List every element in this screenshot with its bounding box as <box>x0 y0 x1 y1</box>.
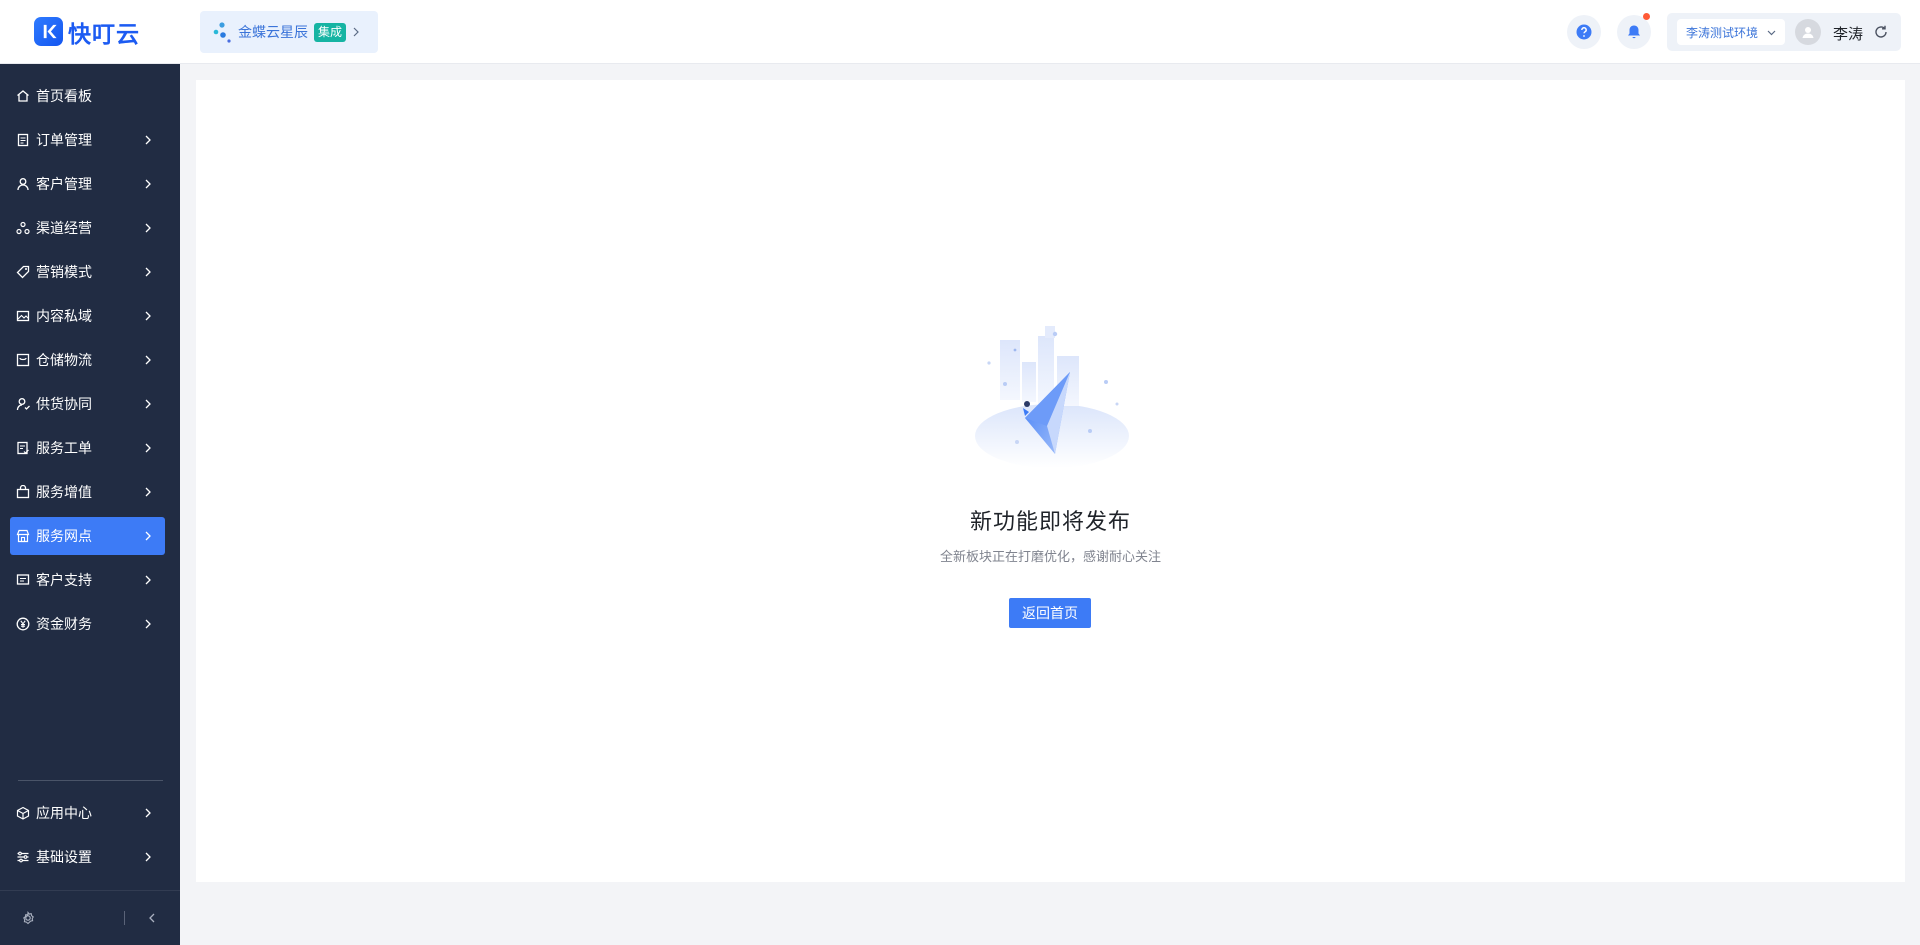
chevron-right-icon <box>145 311 151 321</box>
store-icon <box>16 529 30 543</box>
chevron-down-icon <box>1767 30 1776 36</box>
chevron-right-icon <box>145 443 151 453</box>
help-icon <box>1576 24 1592 40</box>
user-avatar-icon <box>1802 27 1814 38</box>
sidebar-item-service-points[interactable]: 服务网点 <box>10 517 165 555</box>
chevron-right-icon <box>145 575 151 585</box>
clipboard-icon <box>16 133 30 147</box>
sidebar-item-label: 基础设置 <box>36 850 92 866</box>
empty-state-title: 新功能即将发布 <box>969 510 1131 535</box>
user-panel: 李涛测试环境 李涛 <box>1667 13 1901 51</box>
chevron-right-icon <box>145 531 151 541</box>
integration-name: 金蝶云星辰 <box>238 25 308 41</box>
chevron-right-icon <box>145 179 151 189</box>
integration-switcher[interactable]: 金蝶云星辰 集成 <box>200 11 378 53</box>
sidebar-item-label: 应用中心 <box>36 806 92 822</box>
logo[interactable]: 快叮云 <box>0 0 180 64</box>
top-header: 金蝶云星辰 集成 李涛测试环境 李涛 <box>180 0 1920 64</box>
avatar[interactable] <box>1795 19 1821 45</box>
chevron-right-icon <box>145 852 151 862</box>
chevron-right-icon <box>145 619 151 629</box>
chevron-right-icon <box>145 808 151 818</box>
refresh-icon[interactable] <box>1873 24 1889 40</box>
tag-icon <box>16 265 30 279</box>
sidebar-item-settings[interactable]: 基础设置 <box>10 838 165 876</box>
sidebar-item-customers[interactable]: 客户管理 <box>10 165 165 203</box>
logo-text: 快叮云 <box>68 21 140 48</box>
supplier-icon <box>16 397 30 411</box>
settings-icon[interactable] <box>20 910 36 926</box>
sidebar-item-label: 订单管理 <box>36 133 92 149</box>
bell-icon <box>1628 25 1640 39</box>
empty-state-subtitle: 全新板块正在打磨优化，感谢耐心关注 <box>939 550 1161 565</box>
environment-label: 李涛测试环境 <box>1686 25 1759 40</box>
sidebar-bottom-nav: 应用中心 基础设置 <box>10 794 165 882</box>
sidebar-item-warehouse[interactable]: 仓储物流 <box>10 341 165 379</box>
sidebar-item-dashboard[interactable]: 首页看板 <box>10 77 165 115</box>
help-button[interactable] <box>1567 15 1601 49</box>
yen-icon <box>16 617 30 631</box>
environment-select[interactable]: 李涛测试环境 <box>1677 19 1785 45</box>
chevron-right-icon <box>145 355 151 365</box>
image-icon <box>16 309 30 323</box>
user-icon <box>16 177 30 191</box>
chevron-right-icon <box>145 487 151 497</box>
username[interactable]: 李涛 <box>1833 23 1863 44</box>
chevron-right-icon <box>145 399 151 409</box>
integration-badge: 集成 <box>314 22 347 42</box>
sidebar-item-label: 客户支持 <box>36 573 92 589</box>
channel-icon <box>16 221 30 235</box>
chevron-right-icon <box>145 223 151 233</box>
chevron-right-icon <box>145 135 151 145</box>
kingdee-logo-icon <box>212 20 232 44</box>
sidebar-item-label: 营销模式 <box>36 265 92 281</box>
back-home-button[interactable]: 返回首页 <box>1009 598 1091 628</box>
sidebar-item-label: 内容私域 <box>36 309 92 325</box>
sidebar-item-workorders[interactable]: 服务工单 <box>10 429 165 467</box>
sidebar-item-channels[interactable]: 渠道经营 <box>10 209 165 247</box>
workorder-icon <box>16 441 30 455</box>
cube-icon <box>16 806 30 820</box>
notifications-button[interactable] <box>1617 13 1651 49</box>
warehouse-icon <box>16 353 30 367</box>
home-icon <box>16 89 30 103</box>
chevron-right-icon <box>145 267 151 277</box>
sidebar-item-label: 仓储物流 <box>36 353 92 369</box>
bag-icon <box>16 485 30 499</box>
sidebar-item-label: 供货协同 <box>36 397 92 413</box>
sidebar-item-content[interactable]: 内容私域 <box>10 297 165 335</box>
sidebar-nav: 首页看板 订单管理 客户管理 渠道经营 营销模式 内容私域 仓储物流 供货协同 … <box>10 77 165 649</box>
chevron-right-icon <box>353 27 359 37</box>
collapse-sidebar-icon[interactable] <box>144 910 160 926</box>
sidebar-item-support[interactable]: 客户支持 <box>10 561 165 599</box>
sidebar-item-label: 服务工单 <box>36 441 92 457</box>
sidebar-item-label: 服务增值 <box>36 485 92 501</box>
notification-dot <box>1643 13 1650 20</box>
sidebar-divider <box>18 780 163 781</box>
sidebar-item-label: 资金财务 <box>36 617 92 633</box>
sidebar-item-marketing[interactable]: 营销模式 <box>10 253 165 291</box>
sidebar-item-app-center[interactable]: 应用中心 <box>10 794 165 832</box>
sidebar: 快叮云 首页看板 订单管理 客户管理 渠道经营 营销模式 内容私域 仓储物流 供… <box>0 0 180 945</box>
footer-separator <box>124 911 125 925</box>
sliders-icon <box>16 850 30 864</box>
main-content: 新功能即将发布 全新板块正在打磨优化，感谢耐心关注 返回首页 <box>196 80 1905 882</box>
sidebar-item-label: 首页看板 <box>36 89 92 105</box>
sidebar-item-finance[interactable]: 资金财务 <box>10 605 165 643</box>
sidebar-item-value-added[interactable]: 服务增值 <box>10 473 165 511</box>
sidebar-item-label: 服务网点 <box>36 529 92 545</box>
logo-icon <box>34 17 63 46</box>
sidebar-footer <box>0 891 180 945</box>
sidebar-item-supply[interactable]: 供货协同 <box>10 385 165 423</box>
support-icon <box>16 573 30 587</box>
sidebar-item-label: 客户管理 <box>36 177 92 193</box>
sidebar-item-label: 渠道经营 <box>36 221 92 237</box>
coming-soon-illustration <box>975 326 1129 468</box>
sidebar-item-orders[interactable]: 订单管理 <box>10 121 165 159</box>
